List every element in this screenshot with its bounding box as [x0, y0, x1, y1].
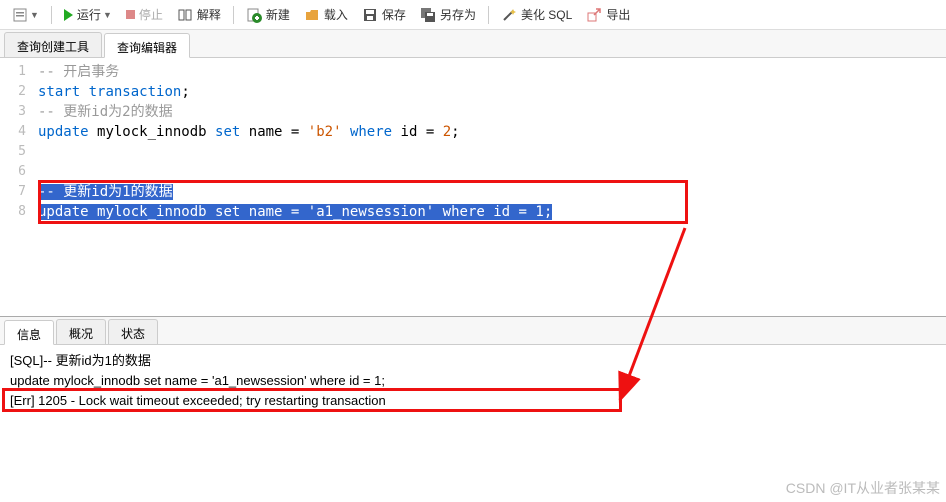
load-button[interactable]: 载入 [298, 4, 354, 25]
export-label: 导出 [606, 6, 630, 23]
code-token: ; [451, 124, 459, 140]
output-area: [SQL]-- 更新id为1的数据 update mylock_innodb s… [0, 345, 946, 465]
new-icon [246, 7, 262, 23]
code-token: = [417, 124, 442, 140]
new-button[interactable]: 新建 [240, 4, 296, 25]
watermark: CSDN @IT从业者张某某 [786, 478, 940, 498]
load-label: 载入 [324, 6, 348, 23]
saveas-button[interactable]: 另存为 [414, 4, 482, 25]
new-label: 新建 [266, 6, 290, 23]
code-comment: -- 更新id为2的数据 [38, 104, 173, 120]
code-token: set [215, 124, 240, 140]
result-tabbar: 信息 概况 状态 [0, 317, 946, 345]
play-icon [64, 9, 73, 21]
code-comment: -- 开启事务 [38, 64, 119, 80]
run-label: 运行 [77, 6, 101, 23]
stop-label: 停止 [139, 6, 163, 23]
dropdown-icon: ▼ [30, 10, 39, 20]
saveas-label: 另存为 [440, 6, 476, 23]
line-number: 6 [0, 162, 38, 182]
code-token: = [510, 204, 535, 220]
export-button[interactable]: 导出 [580, 4, 636, 25]
code-token: mylock_innodb [97, 204, 207, 220]
tab-info[interactable]: 信息 [4, 320, 54, 345]
tab-editor[interactable]: 查询编辑器 [104, 33, 190, 58]
export-icon [586, 7, 602, 23]
line-number: 1 [0, 62, 38, 82]
code-comment: -- 更新id为1的数据 [38, 184, 173, 200]
separator [51, 6, 52, 24]
code-token: ; [181, 84, 189, 100]
code-token: start [38, 84, 80, 100]
tab-status[interactable]: 状态 [108, 319, 158, 344]
code-token: update [38, 204, 89, 220]
query-tabbar: 查询创建工具 查询编辑器 [0, 30, 946, 58]
code-token: name [249, 204, 283, 220]
explain-button[interactable]: 解释 [171, 4, 227, 25]
dropdown-icon: ▼ [103, 10, 112, 20]
wand-icon [501, 7, 517, 23]
selected-text: update mylock_innodb set name = 'a1_news… [38, 204, 552, 220]
line-number: 2 [0, 82, 38, 102]
code-token: name [249, 124, 283, 140]
code-token: transaction [89, 84, 182, 100]
code-token: set [215, 204, 240, 220]
code-token: 'b2' [308, 124, 342, 140]
tab-builder[interactable]: 查询创建工具 [4, 32, 102, 57]
save-icon [362, 7, 378, 23]
beautify-label: 美化 SQL [521, 6, 572, 23]
code-token: id [401, 124, 418, 140]
result-panel: 信息 概况 状态 [SQL]-- 更新id为1的数据 update mylock… [0, 316, 946, 465]
sql-editor[interactable]: 1-- 开启事务 2start transaction; 3-- 更新id为2的… [0, 58, 946, 316]
save-label: 保存 [382, 6, 406, 23]
stop-button[interactable]: 停止 [120, 4, 169, 25]
code-token: mylock_innodb [97, 124, 207, 140]
explain-icon [177, 7, 193, 23]
code-token: = [282, 204, 307, 220]
code-token: 2 [443, 124, 451, 140]
separator [488, 6, 489, 24]
explain-label: 解释 [197, 6, 221, 23]
separator [233, 6, 234, 24]
beautify-button[interactable]: 美化 SQL [495, 4, 578, 25]
code-token: where [350, 124, 392, 140]
code-token: update [38, 124, 89, 140]
saveas-icon [420, 7, 436, 23]
output-line: [SQL]-- 更新id为1的数据 [10, 351, 936, 371]
line-number: 8 [0, 202, 38, 222]
stop-icon [126, 10, 135, 19]
tab-profile[interactable]: 概况 [56, 319, 106, 344]
run-button[interactable]: 运行 ▼ [58, 4, 118, 25]
output-line: update mylock_innodb set name = 'a1_news… [10, 371, 936, 391]
code-token: 1 [535, 204, 543, 220]
query-menu-button[interactable]: ▼ [6, 5, 45, 25]
code-token: ; [544, 204, 552, 220]
line-number: 4 [0, 122, 38, 142]
code-token: id [493, 204, 510, 220]
line-number: 5 [0, 142, 38, 162]
folder-icon [304, 7, 320, 23]
line-number: 7 [0, 182, 38, 202]
line-number: 3 [0, 102, 38, 122]
query-icon [12, 7, 28, 23]
selected-text: -- 更新id为1的数据 [38, 184, 173, 200]
toolbar: ▼ 运行 ▼ 停止 解释 新建 载入 保存 另存为 美化 SQL 导出 [0, 0, 946, 30]
code-token: where [443, 204, 485, 220]
output-line: [Err] 1205 - Lock wait timeout exceeded;… [10, 391, 936, 411]
code-token: 'a1_newsession' [308, 204, 434, 220]
save-button[interactable]: 保存 [356, 4, 412, 25]
code-token: = [282, 124, 307, 140]
